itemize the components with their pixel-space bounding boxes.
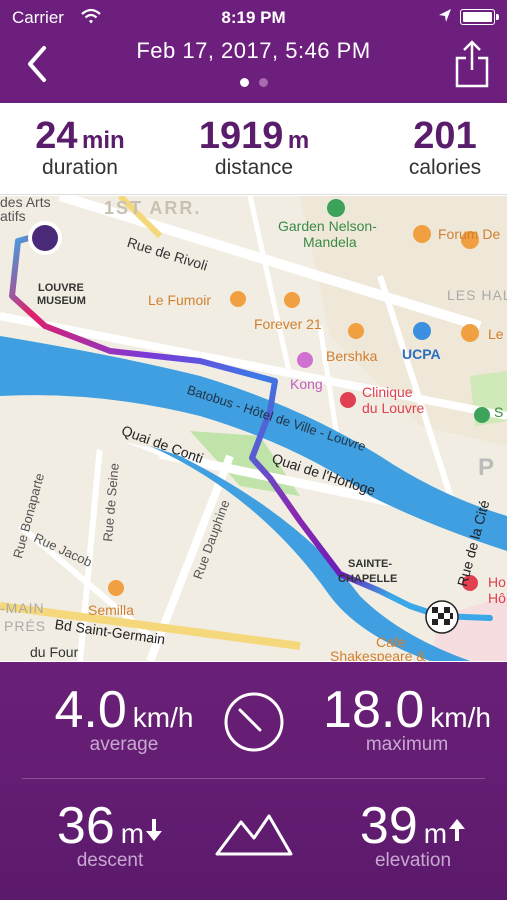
- page-dot[interactable]: [258, 78, 268, 87]
- header-bar: Carrier 8:19 PM Feb 17, 2017, 5:46 PM: [0, 0, 507, 103]
- map-label: Clinique: [362, 384, 413, 400]
- speedometer-icon: [224, 692, 284, 752]
- checkered-flag-icon[interactable]: [425, 600, 459, 634]
- map-label: CHAPELLE: [338, 573, 398, 585]
- duration-unit: min: [82, 127, 125, 154]
- map-label: Kong: [290, 376, 323, 392]
- map-label: Hô: [488, 590, 506, 606]
- map-label: S: [494, 404, 504, 420]
- page-title: Feb 17, 2017, 5:46 PM: [136, 38, 371, 63]
- map-label: P: [478, 454, 495, 481]
- summary-bar: 24 min duration 1919 m distance 201 calo…: [0, 103, 507, 195]
- metrics-panel: 4.0 km/h average 18.0 km/h maximum 36 m des…: [0, 662, 507, 900]
- duration-label: duration: [42, 156, 118, 179]
- arrow-up-icon: [449, 819, 466, 841]
- metrics-divider: [22, 778, 485, 779]
- calories-value: 201: [413, 115, 477, 157]
- map-label: Ho: [488, 574, 506, 590]
- page-dot-active[interactable]: [239, 78, 249, 87]
- elevation-stat: 39 m elevation: [338, 796, 488, 872]
- elevation-unit: m: [423, 818, 448, 849]
- arrow-down-icon: [146, 819, 163, 841]
- map-canvas[interactable]: [0, 196, 507, 661]
- map-label: SAINTE-: [348, 558, 392, 570]
- map-label: LES HALLES: [447, 287, 507, 303]
- calories-label: calories: [408, 156, 482, 179]
- route-map[interactable]: des Arts atifs 1ST ARR. Rue de Rivoli Ga…: [0, 196, 507, 661]
- average-speed-value: 4.0: [54, 681, 127, 739]
- map-label: Semilla: [88, 602, 134, 618]
- page-indicator[interactable]: [0, 74, 507, 92]
- average-speed: 4.0 km/h average: [34, 680, 214, 756]
- battery-icon: [460, 9, 499, 25]
- map-label: Forever 21: [254, 316, 322, 332]
- distance-unit: m: [287, 127, 310, 154]
- map-label: du Louvre: [362, 400, 425, 416]
- duration-value: 24: [35, 115, 78, 157]
- map-label: Le Lo: [488, 326, 507, 342]
- map-label: Forum De: [438, 226, 501, 242]
- map-label: Shakespeare &: [330, 648, 426, 661]
- status-bar: Carrier 8:19 PM: [0, 0, 507, 36]
- clock-label: 8:19 PM: [221, 8, 286, 27]
- descent-value: 36: [56, 797, 115, 855]
- map-label: Garden Nelson-: [278, 218, 377, 234]
- maximum-speed-unit: km/h: [430, 702, 491, 733]
- map-label: Le Fumoir: [148, 292, 212, 308]
- mountain-icon: [215, 814, 293, 856]
- maximum-speed: 18.0 km/h maximum: [312, 680, 502, 756]
- distance-label: distance: [214, 156, 294, 179]
- map-label: 1ST ARR.: [104, 198, 202, 218]
- map-label: du Four: [30, 644, 79, 660]
- elevation-value: 39: [359, 797, 418, 855]
- map-label: MUSEUM: [37, 295, 86, 307]
- calories-stat: 201 calories: [390, 115, 500, 180]
- distance-value: 1919: [198, 115, 284, 157]
- distance-stat: 1919 m distance: [190, 115, 318, 180]
- share-icon[interactable]: [452, 38, 492, 90]
- descent-stat: 36 m descent: [40, 796, 180, 872]
- map-label: LOUVRE: [38, 282, 84, 294]
- map-label: Mandela: [303, 234, 357, 250]
- location-arrow-icon: [439, 9, 451, 22]
- map-label: UCPA: [402, 346, 441, 362]
- duration-stat: 24 min duration: [20, 115, 140, 180]
- map-label: atifs: [0, 208, 26, 224]
- map-label: PRÉS: [4, 618, 47, 634]
- map-label: -MAIN: [0, 600, 45, 616]
- maximum-speed-value: 18.0: [323, 681, 425, 739]
- descent-unit: m: [120, 818, 145, 849]
- map-label: Bershka: [326, 348, 378, 364]
- average-speed-unit: km/h: [132, 702, 194, 733]
